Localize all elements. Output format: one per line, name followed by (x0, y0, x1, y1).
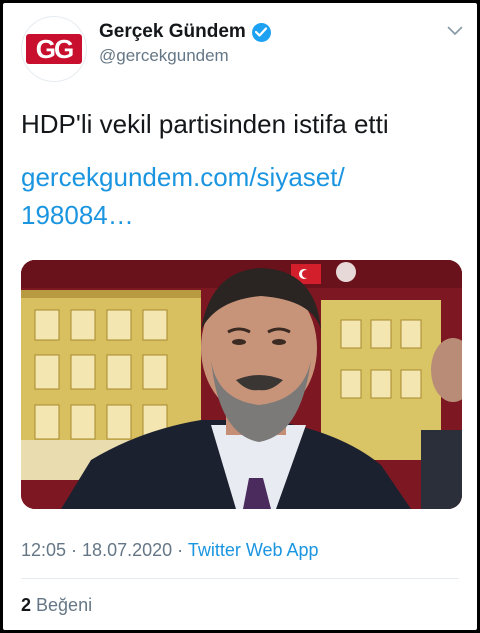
tweet-time[interactable]: 12:05 (21, 540, 66, 560)
tweet-text: HDP'li vekil partisinden istifa etti (21, 109, 389, 139)
meta-separator: · (172, 540, 188, 560)
meta-separator: · (66, 540, 83, 560)
tweet-card: GG Gerçek Gündem @gercekgundem HDP'li ve… (3, 3, 477, 630)
chevron-down-icon[interactable] (447, 23, 463, 41)
tweet-link-line-2: 198084… (21, 200, 134, 230)
tweet-photo[interactable] (21, 260, 462, 509)
logo-text: GG (35, 33, 74, 64)
account-logo: GG (26, 34, 82, 64)
verified-badge-icon (251, 22, 271, 42)
tweet-link[interactable]: gercekgundem.com/siyaset/ 198084… (21, 158, 461, 234)
tweet-source[interactable]: Twitter Web App (188, 540, 319, 560)
tweet-link-line-1: gercekgundem.com/siyaset/ (21, 162, 345, 192)
likes-count: 2 (21, 595, 32, 615)
likes-stat[interactable]: 2 Beğeni (21, 595, 92, 616)
avatar[interactable]: GG (21, 16, 87, 82)
divider (21, 578, 459, 579)
name-row: Gerçek Gündem (99, 21, 271, 43)
account-handle[interactable]: @gercekgundem (99, 46, 229, 66)
tweet-date[interactable]: 18.07.2020 (82, 540, 172, 560)
likes-label: Beğeni (36, 595, 93, 615)
photo-illustration (21, 260, 462, 509)
display-name[interactable]: Gerçek Gündem (99, 21, 246, 43)
tweet-meta: 12:05 · 18.07.2020 · Twitter Web App (21, 540, 319, 561)
